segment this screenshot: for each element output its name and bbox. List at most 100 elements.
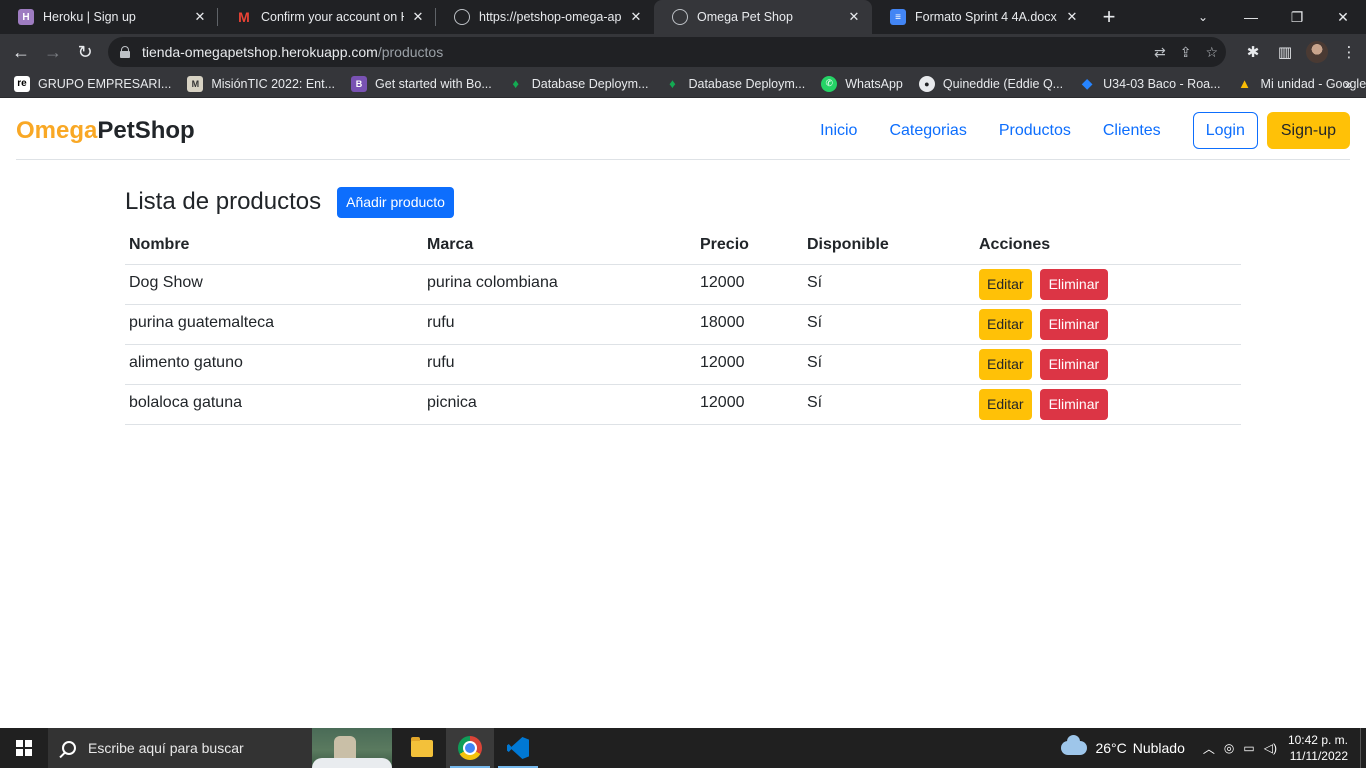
nav-link-productos[interactable]: Productos bbox=[999, 122, 1071, 140]
misiontic-icon: M bbox=[187, 75, 204, 92]
browser-tab[interactable]: https://petshop-omega-api.h ✕ bbox=[436, 0, 654, 34]
bookmark-label: GRUPO EMPRESARI... bbox=[38, 76, 172, 91]
clock[interactable]: 10:42 p. m. 11/11/2022 bbox=[1288, 732, 1348, 764]
github-icon: ● bbox=[918, 75, 935, 92]
weather-temperature[interactable]: 26°C bbox=[1095, 740, 1126, 756]
browser-tab-active[interactable]: Omega Pet Shop ✕ bbox=[654, 0, 872, 34]
edit-button[interactable]: Editar bbox=[979, 388, 1032, 420]
cell-disponible: Sí bbox=[807, 353, 823, 371]
taskbar-vscode[interactable] bbox=[494, 728, 542, 768]
globe-icon bbox=[672, 9, 688, 25]
close-icon[interactable]: ✕ bbox=[192, 9, 208, 25]
login-button[interactable]: Login bbox=[1192, 112, 1258, 149]
taskbar-chrome[interactable] bbox=[446, 728, 494, 768]
bookmark-item[interactable]: ● Quineddie (Eddie Q... bbox=[918, 75, 1063, 92]
table-row: alimento gatuno rufu 12000 Sí Editar Elim… bbox=[125, 344, 1241, 385]
webcam-icon[interactable]: ◎ bbox=[1224, 741, 1234, 755]
add-product-button[interactable]: Añadir producto bbox=[337, 186, 454, 218]
extensions-puzzle-icon[interactable]: ✱ bbox=[1242, 41, 1264, 63]
close-icon[interactable]: ✕ bbox=[1064, 9, 1080, 25]
network-icon[interactable]: ▭ bbox=[1243, 741, 1254, 755]
bookmark-label: WhatsApp bbox=[845, 76, 903, 91]
bookmark-item[interactable]: ♦ Database Deploym... bbox=[664, 76, 805, 92]
bookmark-star-icon[interactable]: ☆ bbox=[1205, 44, 1218, 61]
weather-description[interactable]: Nublado bbox=[1133, 740, 1185, 756]
new-tab-button[interactable]: + bbox=[1090, 0, 1128, 34]
nav-links: Inicio Categorias Productos Clientes Log… bbox=[820, 112, 1350, 149]
cell-nombre: alimento gatuno bbox=[129, 353, 243, 371]
taskbar-file-explorer[interactable] bbox=[398, 728, 446, 768]
delete-button[interactable]: Eliminar bbox=[1039, 348, 1109, 380]
forward-arrow-icon[interactable]: → bbox=[37, 36, 69, 68]
cell-marca: rufu bbox=[427, 353, 455, 371]
bookmark-label: U34-03 Baco - Roa... bbox=[1103, 76, 1221, 91]
browser-tab[interactable]: ≡ Formato Sprint 4 4A.docx - D ✕ bbox=[872, 0, 1090, 34]
chevron-up-icon[interactable]: ︿ bbox=[1203, 740, 1215, 757]
profile-avatar[interactable] bbox=[1306, 41, 1328, 63]
web-page: OmegaPetShop Inicio Categorias Productos… bbox=[0, 98, 1366, 728]
bookmark-item[interactable]: re GRUPO EMPRESARI... bbox=[14, 75, 172, 92]
nav-link-categorias[interactable]: Categorias bbox=[889, 122, 966, 140]
google-drive-icon: ▲ bbox=[1238, 76, 1251, 91]
delete-button[interactable]: Eliminar bbox=[1039, 268, 1109, 300]
tab-search-chevron-icon[interactable]: ⌄ bbox=[1188, 0, 1218, 34]
translate-icon[interactable]: ⇄ bbox=[1154, 44, 1166, 61]
cell-disponible: Sí bbox=[807, 393, 823, 411]
bookmark-label: Database Deploym... bbox=[688, 76, 806, 91]
column-header-disponible: Disponible bbox=[803, 227, 975, 265]
close-icon[interactable]: ✕ bbox=[628, 9, 644, 25]
taskbar-search[interactable]: Escribe aquí para buscar bbox=[48, 728, 392, 768]
tab-title: https://petshop-omega-api.h bbox=[479, 10, 622, 24]
edit-button[interactable]: Editar bbox=[979, 308, 1032, 340]
reload-icon[interactable]: ↻ bbox=[69, 36, 101, 68]
nav-link-inicio[interactable]: Inicio bbox=[820, 122, 857, 140]
browser-tab[interactable]: H Heroku | Sign up ✕ bbox=[0, 0, 218, 34]
window-close-button[interactable]: ✕ bbox=[1320, 0, 1366, 34]
nav-link-clientes[interactable]: Clientes bbox=[1103, 122, 1161, 140]
side-panel-icon[interactable]: ▥ bbox=[1274, 41, 1296, 63]
browser-tab[interactable]: M Confirm your account on Her ✕ bbox=[218, 0, 436, 34]
table-row: bolaloca gatuna picnica 12000 Sí Editar E… bbox=[125, 384, 1241, 425]
cell-marca: purina colombiana bbox=[427, 273, 558, 291]
system-tray: 26°C Nublado ︿ ◎ ▭ ◁) 10:42 p. m. 11/11/… bbox=[1061, 728, 1366, 768]
tab-title: Confirm your account on Her bbox=[261, 10, 404, 24]
volume-icon[interactable]: ◁) bbox=[1264, 741, 1277, 755]
cloud-icon[interactable] bbox=[1061, 735, 1088, 755]
back-arrow-icon[interactable]: ← bbox=[5, 36, 37, 68]
tab-title: Omega Pet Shop bbox=[697, 10, 793, 24]
restore-button[interactable]: ❐ bbox=[1274, 0, 1320, 34]
bookmark-item[interactable]: ✆ WhatsApp bbox=[821, 75, 903, 92]
edit-button[interactable]: Editar bbox=[979, 348, 1032, 380]
chrome-icon bbox=[458, 736, 482, 760]
bookmark-item[interactable]: B Get started with Bo... bbox=[351, 75, 492, 92]
re-icon: re bbox=[14, 75, 30, 92]
brand-part-petshop: PetShop bbox=[97, 117, 195, 144]
close-icon[interactable]: ✕ bbox=[410, 9, 426, 25]
more-bookmarks-chevron-icon[interactable]: » bbox=[1344, 70, 1352, 98]
show-desktop-button[interactable] bbox=[1360, 728, 1366, 768]
share-icon[interactable]: ⇪ bbox=[1180, 44, 1192, 61]
address-bar[interactable]: tienda-omegapetshop.herokuapp.com/produc… bbox=[108, 37, 1226, 67]
bookmark-item[interactable]: ◆ U34-03 Baco - Roa... bbox=[1079, 75, 1221, 92]
brand-logo[interactable]: OmegaPetShop bbox=[16, 117, 195, 145]
bookmark-item[interactable]: ♦ Database Deploym... bbox=[508, 76, 648, 92]
bookmarks-bar: re GRUPO EMPRESARI... M MisiónTIC 2022: En… bbox=[0, 70, 1366, 98]
minimize-button[interactable]: — bbox=[1228, 0, 1274, 34]
close-icon[interactable]: ✕ bbox=[846, 9, 862, 25]
start-button[interactable] bbox=[0, 728, 48, 768]
bookmark-item[interactable]: M MisiónTIC 2022: Ent... bbox=[187, 75, 335, 92]
cell-precio: 18000 bbox=[700, 313, 745, 331]
cell-marca: picnica bbox=[427, 393, 477, 411]
delete-button[interactable]: Eliminar bbox=[1039, 308, 1109, 340]
bootstrap-icon: B bbox=[351, 75, 368, 92]
vscode-icon bbox=[507, 737, 529, 759]
delete-button[interactable]: Eliminar bbox=[1039, 388, 1109, 420]
signup-button[interactable]: Sign-up bbox=[1266, 112, 1350, 149]
tab-strip: H Heroku | Sign up ✕ M Confirm your acco… bbox=[0, 0, 1366, 34]
clock-date: 11/11/2022 bbox=[1289, 749, 1348, 763]
cell-precio: 12000 bbox=[700, 273, 745, 291]
more-menu-icon[interactable]: ⋮ bbox=[1338, 41, 1360, 63]
lock-icon[interactable] bbox=[120, 46, 130, 58]
edit-button[interactable]: Editar bbox=[979, 268, 1032, 300]
site-navbar: OmegaPetShop Inicio Categorias Productos… bbox=[16, 98, 1350, 160]
